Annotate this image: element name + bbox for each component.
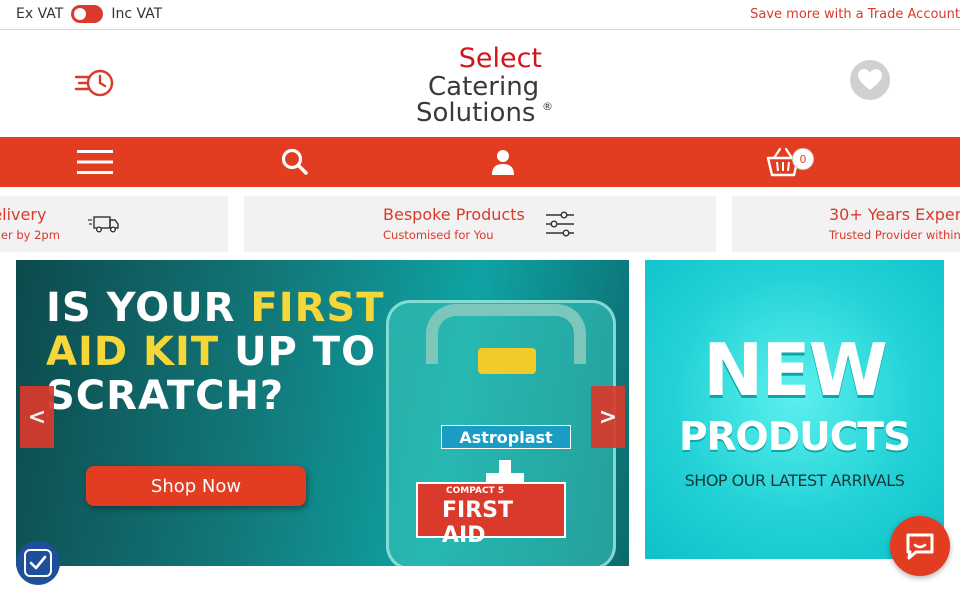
logo-solutions: Solutions xyxy=(416,98,536,128)
user-icon xyxy=(492,150,514,175)
headline-part: UP TO xyxy=(219,329,377,375)
trade-account-link[interactable]: Save more with a Trade Account xyxy=(750,7,960,22)
latest-arrivals-label: SHOP OUR LATEST ARRIVALS xyxy=(684,471,905,490)
usp-delivery: Delivery Order by 2pm xyxy=(0,196,228,252)
main-nav-bar: 0 xyxy=(0,137,960,187)
top-bar: Ex VAT Inc VAT Save more with a Trade Ac… xyxy=(0,0,960,30)
sliders-icon xyxy=(546,211,574,237)
menu-button[interactable] xyxy=(70,137,120,187)
first-aid-label: COMPACT 5 FIRST AID xyxy=(416,482,566,548)
usp-subtitle: Trusted Provider within xyxy=(829,228,960,242)
fast-delivery-icon[interactable] xyxy=(74,68,116,102)
accessibility-check-icon xyxy=(24,549,52,577)
vat-toggle-group: Ex VAT Inc VAT xyxy=(16,5,162,23)
site-logo[interactable]: Select Catering Solutions ® xyxy=(416,44,556,130)
usp-title: Delivery xyxy=(0,205,47,224)
basket-count-badge: 0 xyxy=(792,148,814,170)
hamburger-icon xyxy=(77,150,113,174)
usp-subtitle: Customised for You xyxy=(383,228,494,242)
usp-title: 30+ Years Experience xyxy=(829,205,960,224)
new-label: NEW xyxy=(703,328,888,412)
first-aid-text: FIRST AID xyxy=(442,498,514,548)
truck-icon xyxy=(88,216,119,233)
compact-label: COMPACT 5 xyxy=(446,486,505,496)
wishlist-button[interactable] xyxy=(850,60,890,100)
vat-toggle[interactable] xyxy=(71,5,104,23)
accessibility-button[interactable] xyxy=(16,541,60,585)
headline-part: SCRATCH? xyxy=(46,373,285,419)
toggle-knob xyxy=(74,8,87,20)
account-button[interactable] xyxy=(480,137,526,187)
usp-experience: 30+ Years Experience Trusted Provider wi… xyxy=(732,196,960,252)
ex-vat-label: Ex VAT xyxy=(16,6,64,22)
logo-select: Select xyxy=(458,43,542,74)
kit-latch xyxy=(478,348,536,374)
heart-icon xyxy=(858,69,882,90)
products-label: PRODUCTS xyxy=(678,415,911,460)
hero-headline: IS YOUR FIRST AID KIT UP TO SCRATCH? xyxy=(46,286,384,418)
live-chat-button[interactable] xyxy=(890,516,950,576)
headline-highlight: FIRST xyxy=(250,285,385,331)
hero-banner[interactable]: Astroplast COMPACT 5 FIRST AID IS YOUR F… xyxy=(16,260,629,566)
headline-highlight: AID KIT xyxy=(46,329,220,375)
usp-title: Bespoke Products xyxy=(383,205,525,224)
site-header: Select Catering Solutions ® xyxy=(0,30,960,137)
inc-vat-label: Inc VAT xyxy=(111,6,163,22)
product-brand: Astroplast xyxy=(441,425,571,449)
carousel-next-button[interactable]: > xyxy=(591,386,625,448)
usp-bespoke: Bespoke Products Customised for You xyxy=(244,196,716,252)
chat-bubble-icon xyxy=(906,533,934,560)
carousel-prev-button[interactable]: < xyxy=(20,386,54,448)
headline-part: IS YOUR xyxy=(46,285,251,331)
shop-now-button[interactable]: Shop Now xyxy=(86,466,306,506)
search-icon xyxy=(281,148,308,175)
logo-registered-mark: ® xyxy=(542,100,553,113)
search-button[interactable] xyxy=(272,137,318,187)
new-products-banner[interactable]: NEW PRODUCTS SHOP OUR LATEST ARRIVALS xyxy=(645,260,944,559)
usp-subtitle: Order by 2pm xyxy=(0,228,60,242)
